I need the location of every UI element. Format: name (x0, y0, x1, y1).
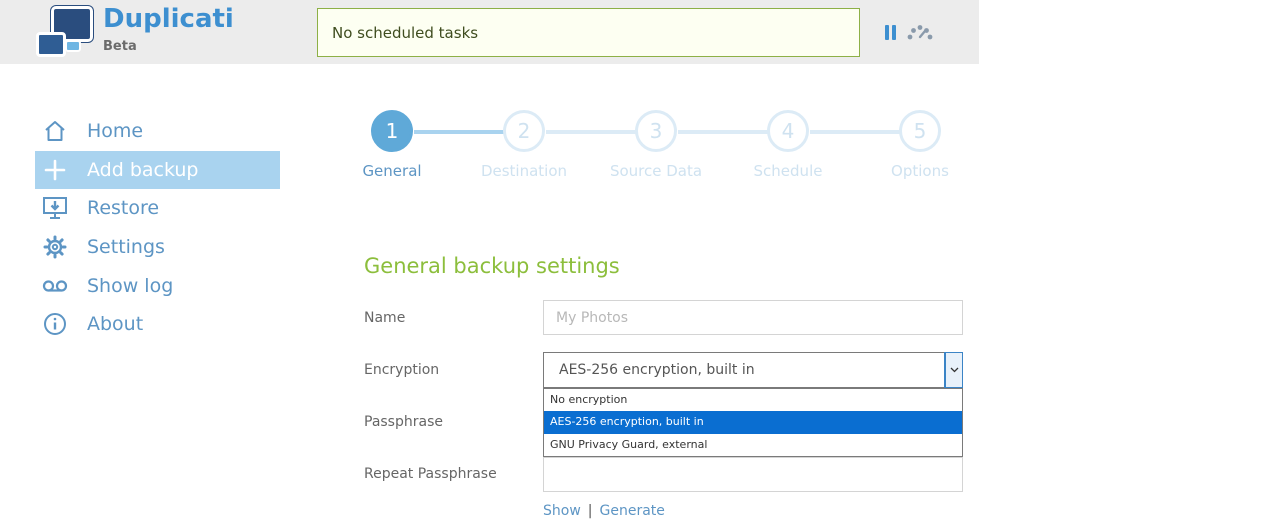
form-title: General backup settings (364, 254, 620, 278)
duplicati-logo-icon (36, 6, 96, 58)
step-number: 3 (635, 110, 677, 152)
throttle-speed-icon[interactable] (906, 24, 934, 42)
brand-subtitle: Beta (103, 39, 137, 54)
name-label: Name (364, 310, 406, 326)
repeat-passphrase-input[interactable] (543, 457, 963, 492)
step-number: 5 (899, 110, 941, 152)
encryption-option-aes256[interactable]: AES-256 encryption, built in (544, 411, 962, 434)
encryption-label: Encryption (364, 362, 440, 378)
step-number: 1 (371, 110, 413, 152)
gear-icon (41, 233, 69, 261)
sidebar-item-label: Settings (87, 236, 165, 259)
step-label: Schedule (753, 162, 823, 180)
wizard-step-schedule[interactable]: 4 Schedule (736, 110, 840, 180)
sidebar-item-label: Add backup (87, 158, 199, 181)
step-label: Options (891, 162, 949, 180)
status-message: No scheduled tasks (317, 8, 860, 57)
step-label: Destination (480, 162, 568, 180)
step-label: Source Data (609, 162, 703, 180)
plus-icon (41, 156, 69, 184)
wizard-steps: 1 General 2 Destination 3 Source Data 4 … (340, 110, 990, 190)
sidebar-item-label: About (87, 313, 144, 336)
encryption-dropdown-list: No encryption AES-256 encryption, built … (543, 388, 963, 457)
home-icon (41, 117, 69, 145)
link-separator: | (587, 503, 593, 519)
sidebar-item-add-backup[interactable]: Add backup (35, 150, 280, 190)
step-number: 4 (767, 110, 809, 152)
sidebar-item-settings[interactable]: Settings (35, 228, 280, 267)
encryption-select[interactable]: AES-256 encryption, built in (543, 352, 963, 388)
wizard-step-destination[interactable]: 2 Destination (472, 110, 576, 180)
chevron-down-icon[interactable] (944, 352, 963, 388)
passphrase-label: Passphrase (364, 414, 443, 430)
sidebar-item-label: Home (87, 120, 144, 143)
show-passphrase-link[interactable]: Show (543, 503, 581, 519)
encryption-option-none[interactable]: No encryption (544, 389, 962, 411)
generate-passphrase-link[interactable]: Generate (600, 503, 665, 519)
sidebar-item-label: Restore (87, 197, 160, 220)
sidebar-item-label: Show log (87, 274, 174, 297)
pause-icon[interactable] (884, 25, 898, 40)
voicemail-icon (41, 272, 69, 300)
step-label: General (362, 162, 422, 180)
step-number: 2 (503, 110, 545, 152)
sidebar-item-home[interactable]: Home (35, 112, 280, 151)
brand-name: Duplicati (103, 4, 234, 34)
restore-icon (41, 194, 69, 222)
wizard-step-options[interactable]: 5 Options (868, 110, 972, 180)
encryption-selected-value: AES-256 encryption, built in (559, 362, 755, 378)
info-icon (41, 310, 69, 338)
top-header: Duplicati Beta No scheduled tasks (0, 0, 979, 64)
passphrase-links: Show | Generate (543, 503, 665, 519)
sidebar-item-show-log[interactable]: Show log (35, 266, 280, 305)
sidebar-item-about[interactable]: About (35, 305, 280, 344)
repeat-passphrase-label: Repeat Passphrase (364, 466, 497, 482)
encryption-option-gpg[interactable]: GNU Privacy Guard, external (544, 434, 962, 456)
name-input[interactable] (543, 300, 963, 335)
wizard-step-source-data[interactable]: 3 Source Data (604, 110, 708, 180)
sidebar-item-restore[interactable]: Restore (35, 189, 280, 228)
sidebar-nav: Home Add backup Restore Settings Show lo… (35, 112, 280, 344)
wizard-step-general[interactable]: 1 General (340, 110, 444, 180)
